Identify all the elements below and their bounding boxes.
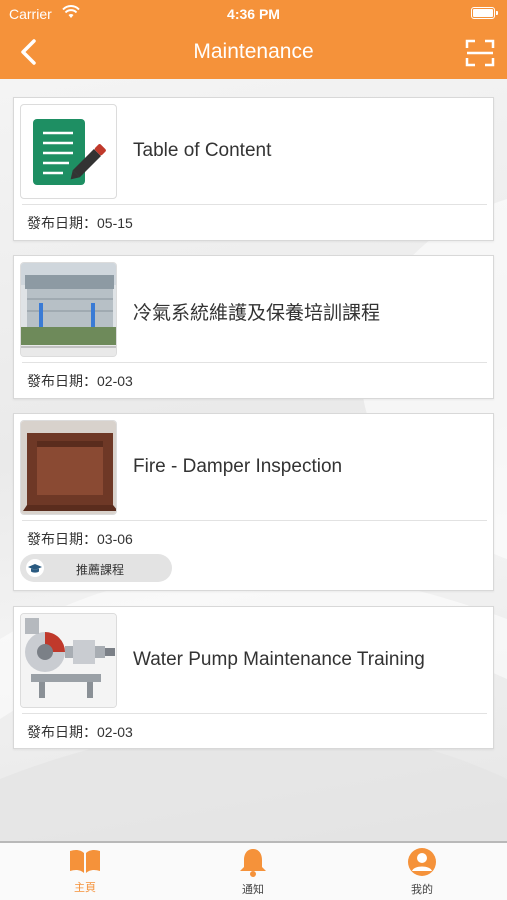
course-card[interactable]: 冷氣系統維護及保養培訓課程 發布日期：02-03 — [13, 255, 494, 399]
course-list[interactable]: Table of Content 發布日期：05-15 冷氣系統維護及保養培訓課… — [0, 79, 507, 841]
divider — [22, 362, 487, 363]
recommended-course-label: 推薦課程 — [75, 563, 124, 577]
publish-date-label: 發布日期： — [27, 531, 97, 547]
course-title: Table of Content — [133, 140, 272, 161]
bell-icon — [240, 849, 266, 877]
publish-date-value: 03-06 — [97, 531, 133, 547]
publish-date-value: 05-15 — [97, 215, 133, 231]
publish-date: 發布日期：05-15 — [27, 213, 133, 233]
publish-date-label: 發布日期： — [27, 724, 97, 740]
page-title: Maintenance — [193, 40, 314, 63]
course-thumbnail — [20, 420, 117, 515]
clock: 4:36 PM — [227, 6, 280, 22]
tab-notifications-label: 通知 — [242, 884, 264, 896]
course-thumbnail — [20, 262, 117, 357]
tab-profile[interactable]: 我的 — [382, 847, 462, 899]
course-title: 冷氣系統維護及保養培訓課程 — [133, 303, 381, 324]
course-card[interactable]: Table of Content 發布日期：05-15 — [13, 97, 494, 241]
divider — [22, 520, 487, 521]
publish-date-value: 02-03 — [97, 724, 133, 740]
cooling-tower-image — [21, 263, 116, 356]
navigation-bar: Carrier 4:36 PM Maintenance — [0, 0, 507, 79]
publish-date: 發布日期：02-03 — [27, 371, 133, 391]
divider — [22, 204, 487, 205]
user-icon — [408, 848, 436, 876]
tab-home[interactable]: 主頁 — [45, 847, 125, 899]
tab-bar: 主頁 通知 我的 — [0, 841, 507, 900]
fire-damper-image — [21, 421, 116, 514]
course-card[interactable]: Fire - Damper Inspection 發布日期：03-06 推薦課程 — [13, 413, 494, 591]
publish-date-label: 發布日期： — [27, 215, 97, 231]
tab-home-label: 主頁 — [74, 882, 96, 894]
publish-date-label: 發布日期： — [27, 373, 97, 389]
recommended-course-badge[interactable]: 推薦課程 — [20, 554, 172, 582]
document-edit-icon — [33, 119, 106, 185]
publish-date: 發布日期：03-06 — [27, 529, 133, 549]
course-thumbnail — [20, 613, 117, 708]
battery-icon — [471, 7, 498, 19]
scan-icon[interactable] — [465, 38, 495, 68]
tab-profile-label: 我的 — [411, 884, 433, 896]
course-title: Water Pump Maintenance Training — [133, 649, 425, 670]
course-title: Fire - Damper Inspection — [133, 456, 343, 477]
publish-date-value: 02-03 — [97, 373, 133, 389]
course-card[interactable]: Water Pump Maintenance Training 發布日期：02-… — [13, 606, 494, 749]
divider — [22, 713, 487, 714]
water-pump-image — [21, 614, 116, 707]
publish-date: 發布日期：02-03 — [27, 722, 133, 742]
book-icon — [70, 849, 100, 873]
course-thumbnail — [20, 104, 117, 199]
status-bar: Carrier 4:36 PM — [0, 0, 507, 28]
tab-notifications[interactable]: 通知 — [213, 847, 293, 899]
